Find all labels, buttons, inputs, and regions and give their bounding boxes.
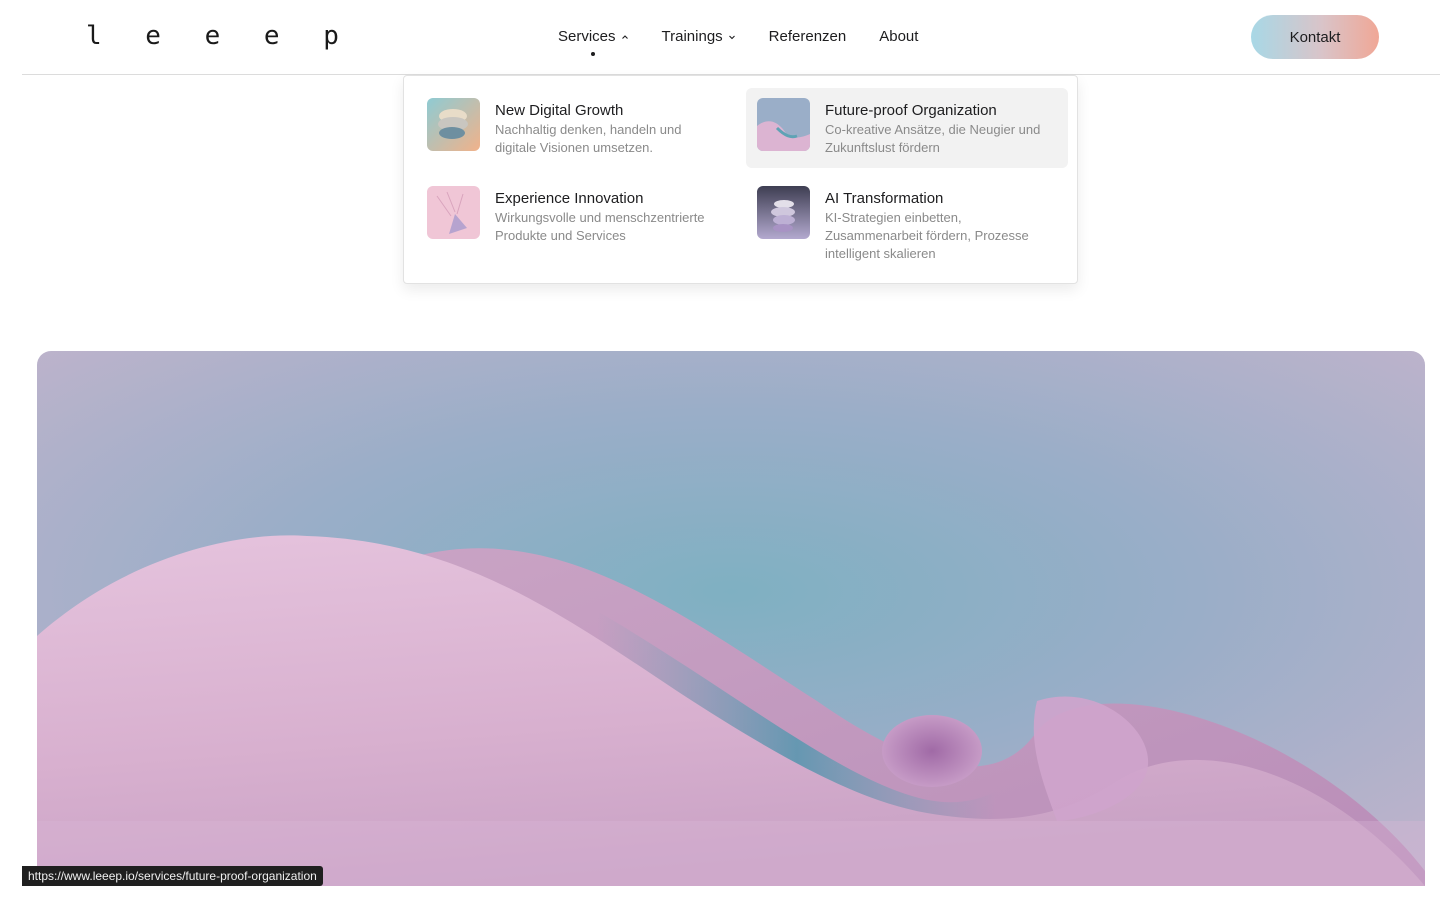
hero-wave-illustration: [37, 351, 1425, 886]
menu-item-future-proof-organization[interactable]: Future-proof Organization Co-kreative An…: [746, 88, 1068, 168]
hero-image: [37, 351, 1425, 886]
leeep-logo[interactable]: l e e e p: [86, 21, 353, 51]
menu-item-description: KI-Strategien einbetten, Zusammenarbeit …: [825, 210, 1029, 261]
nav-about-label: About: [879, 28, 919, 45]
nav-trainings[interactable]: Trainings: [662, 28, 736, 45]
nav-referenzen[interactable]: Referenzen: [769, 28, 847, 45]
menu-item-new-digital-growth[interactable]: New Digital Growth Nachhaltig denken, ha…: [416, 88, 736, 167]
site-header: l e e e p Services Trainings Referenzen …: [0, 0, 1440, 75]
stacked-discs-thumbnail: [427, 98, 480, 151]
chevron-up-icon: [621, 34, 628, 39]
services-dropdown: New Digital Growth Nachhaltig denken, ha…: [403, 75, 1078, 284]
kontakt-button[interactable]: Kontakt: [1251, 15, 1379, 59]
status-bar-url: https://www.leeep.io/services/future-pro…: [22, 866, 323, 886]
menu-item-ai-transformation[interactable]: AI Transformation KI-Strategien einbette…: [746, 176, 1068, 273]
nav-referenzen-label: Referenzen: [768, 28, 847, 45]
stacked-shapes-thumbnail: [757, 186, 810, 239]
nav-services[interactable]: Services: [558, 28, 629, 56]
menu-item-title: Experience Innovation: [495, 190, 644, 207]
menu-item-description: Nachhaltig denken, handeln und digitale …: [495, 122, 682, 155]
menu-item-title: New Digital Growth: [495, 102, 624, 119]
menu-item-title: AI Transformation: [825, 190, 944, 207]
active-indicator-dot: [591, 52, 595, 56]
nav-services-label: Services: [558, 28, 616, 45]
main-nav: Services Trainings Referenzen About: [558, 28, 918, 56]
menu-item-experience-innovation[interactable]: Experience Innovation Wirkungsvolle und …: [416, 176, 736, 255]
nav-about[interactable]: About: [879, 28, 918, 45]
chevron-down-icon: [728, 35, 735, 39]
wave-thumbnail: [757, 98, 810, 151]
menu-item-description: Co-kreative Ansätze, die Neugier und Zuk…: [825, 122, 1041, 155]
prism-thumbnail: [427, 186, 480, 239]
nav-trainings-label: Trainings: [661, 28, 723, 45]
menu-item-description: Wirkungsvolle und menschzentrierte Produ…: [495, 210, 705, 243]
menu-item-title: Future-proof Organization: [825, 102, 997, 119]
